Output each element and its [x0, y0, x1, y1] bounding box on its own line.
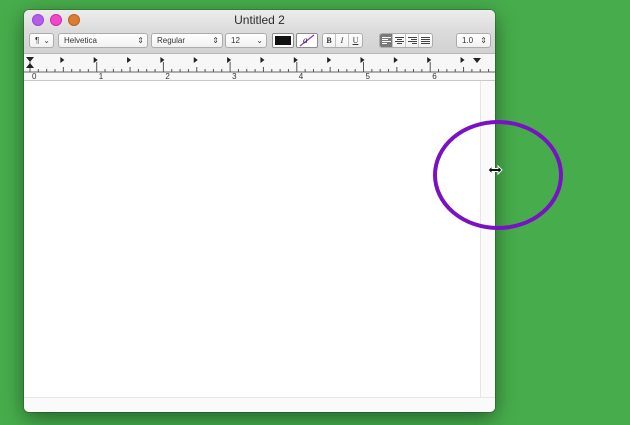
- window-title: Untitled 2: [234, 13, 285, 27]
- chevron-down-icon: ⌄: [256, 36, 263, 45]
- underline-button[interactable]: U: [349, 34, 362, 47]
- ruler-number: 3: [232, 72, 237, 80]
- bold-button[interactable]: B: [323, 34, 336, 47]
- typeface-value: Regular: [157, 36, 186, 45]
- paragraph-style-popup[interactable]: ¶ ⌄: [29, 33, 54, 48]
- typeface-popup[interactable]: Regular ⇕: [151, 33, 223, 48]
- resize-cursor-icon: [487, 164, 503, 176]
- horizontal-scrollbar[interactable]: [24, 397, 495, 412]
- highlight-color-well[interactable]: a: [296, 33, 318, 48]
- align-right-button[interactable]: [406, 34, 419, 47]
- text-style-buttons: B I U: [322, 33, 363, 48]
- font-family-value: Helvetica: [64, 36, 97, 45]
- up-down-arrows-icon: ⇕: [212, 36, 219, 45]
- tab-stop-marker: [260, 57, 265, 63]
- justify-icon: [421, 37, 430, 44]
- first-line-indent-marker: [26, 57, 34, 62]
- font-family-popup[interactable]: Helvetica ⇕: [58, 33, 148, 48]
- tab-stop-marker: [327, 57, 332, 63]
- tab-stop-marker: [460, 57, 465, 63]
- highlight-label: a: [303, 35, 308, 45]
- format-toolbar: ¶ ⌄ Helvetica ⇕ Regular ⇕ 12 ⌄ a B I U 1…: [24, 30, 495, 54]
- italic-button[interactable]: I: [336, 34, 349, 47]
- ruler-number: 6: [432, 72, 437, 80]
- tab-stop-marker: [393, 57, 398, 63]
- chevron-down-icon: ⌄: [43, 36, 50, 45]
- align-center-button[interactable]: [393, 34, 406, 47]
- justify-button[interactable]: [419, 34, 432, 47]
- ruler-number: 5: [366, 72, 371, 80]
- ruler[interactable]: 0 1 2 3 4 5 6: [24, 54, 495, 81]
- align-center-icon: [394, 37, 404, 44]
- font-size-combo[interactable]: 12 ⌄: [225, 33, 267, 48]
- document-text-area[interactable]: [24, 81, 481, 398]
- align-right-icon: [407, 37, 417, 44]
- textedit-window: Untitled 2 ¶ ⌄ Helvetica ⇕ Regular ⇕ 12 …: [24, 10, 495, 412]
- paragraph-style-label: ¶: [35, 36, 40, 45]
- text-color-well[interactable]: [272, 33, 294, 48]
- line-spacing-value: 1.0: [462, 36, 474, 45]
- ruler-number: 0: [32, 72, 37, 80]
- tab-stop-marker: [193, 57, 198, 63]
- left-indent-marker: [26, 63, 34, 68]
- ruler-number: 1: [99, 72, 104, 80]
- up-down-arrows-icon: ⇕: [480, 36, 487, 45]
- align-left-button[interactable]: [380, 34, 393, 47]
- ruler-number: 4: [299, 72, 304, 80]
- text-color-fill: [275, 36, 291, 45]
- up-down-arrows-icon: ⇕: [137, 36, 144, 45]
- font-size-value: 12: [231, 36, 240, 45]
- ruler-number: 2: [165, 72, 170, 80]
- align-left-icon: [381, 37, 391, 44]
- right-margin-marker: [473, 58, 481, 63]
- tab-stop-marker: [127, 57, 132, 63]
- tab-stop-marker: [60, 57, 65, 63]
- line-spacing-popup[interactable]: 1.0 ⇕: [456, 33, 491, 48]
- title-bar[interactable]: Untitled 2: [24, 10, 495, 30]
- alignment-buttons: [379, 33, 433, 48]
- ruler-scale: 0 1 2 3 4 5 6: [24, 57, 495, 80]
